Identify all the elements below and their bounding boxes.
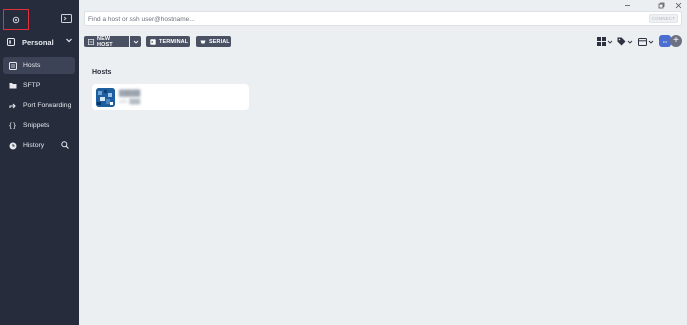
sidebar-item-label: Snippets (23, 122, 50, 129)
arrow-icon (8, 101, 17, 110)
host-os-icon (96, 88, 115, 107)
terminal-label: TERMINAL (159, 38, 189, 45)
chevron-down-icon (648, 40, 654, 44)
close-button[interactable] (673, 1, 683, 9)
hosts-icon (8, 61, 17, 70)
serial-icon (200, 39, 206, 45)
sidebar-item-label: SFTP (23, 82, 41, 89)
chevron-down-icon (66, 38, 72, 43)
sidebar-item-history[interactable]: History (3, 137, 75, 154)
plus-icon: + (673, 35, 679, 46)
minimize-button[interactable] (622, 1, 632, 9)
new-host-button[interactable]: NEW HOST (84, 35, 129, 48)
serial-label: SERIAL (209, 38, 230, 45)
layout-view-button[interactable] (597, 36, 614, 47)
new-host-dropdown[interactable] (130, 36, 141, 47)
connect-button[interactable]: CONNECT (649, 14, 678, 23)
restore-icon (658, 2, 664, 8)
sidebar-item-snippets[interactable]: {} Snippets (3, 117, 75, 134)
braces-icon: {} (8, 121, 17, 130)
close-icon (675, 2, 681, 8)
host-name: █████ (119, 91, 141, 97)
search-input[interactable] (88, 14, 588, 24)
gear-icon (12, 16, 20, 23)
settings-button[interactable] (3, 9, 29, 30)
new-host-label: NEW HOST (97, 35, 113, 48)
chevron-down-icon (627, 40, 633, 44)
sidebar: Personal Hosts SFTP Port Forwarding {} S… (0, 0, 79, 325)
add-button[interactable]: + (670, 35, 682, 47)
minimize-icon (624, 4, 630, 6)
terminal-icon[interactable] (61, 14, 72, 23)
restore-button[interactable] (656, 1, 666, 9)
grid-icon (597, 37, 606, 46)
sidebar-item-sftp[interactable]: SFTP (3, 77, 75, 94)
serial-button[interactable]: SERIAL (196, 36, 231, 47)
vault-selector[interactable]: Personal (7, 35, 73, 49)
sidebar-item-hosts[interactable]: Hosts (3, 57, 75, 74)
terminal-icon (150, 38, 156, 45)
sidebar-item-label: Port Forwarding (23, 102, 72, 109)
sidebar-item-port-forwarding[interactable]: Port Forwarding (3, 97, 75, 114)
sort-button[interactable] (638, 36, 655, 47)
folder-icon (8, 81, 17, 90)
tags-filter-button[interactable] (617, 36, 634, 47)
vault-icon (7, 38, 15, 46)
tag-icon (617, 37, 626, 46)
host-card[interactable]: █████ ssh, ███ (92, 84, 249, 110)
vault-label: Personal (22, 37, 54, 47)
calendar-icon (638, 38, 647, 46)
sidebar-nav: Hosts SFTP Port Forwarding {} Snippets H… (3, 57, 75, 157)
clock-icon (8, 141, 17, 150)
add-host-icon (88, 38, 94, 45)
section-title-hosts: Hosts (92, 69, 112, 76)
sidebar-item-label: History (23, 142, 45, 149)
host-search-bar: CONNECT (84, 11, 682, 26)
chevron-down-icon (133, 40, 138, 44)
sidebar-item-label: Hosts (23, 62, 41, 69)
terminal-button[interactable]: TERMINAL (146, 36, 190, 47)
chevron-down-icon (607, 40, 613, 44)
search-icon[interactable] (61, 140, 69, 151)
host-subtitle: ssh, ███ (119, 99, 141, 105)
